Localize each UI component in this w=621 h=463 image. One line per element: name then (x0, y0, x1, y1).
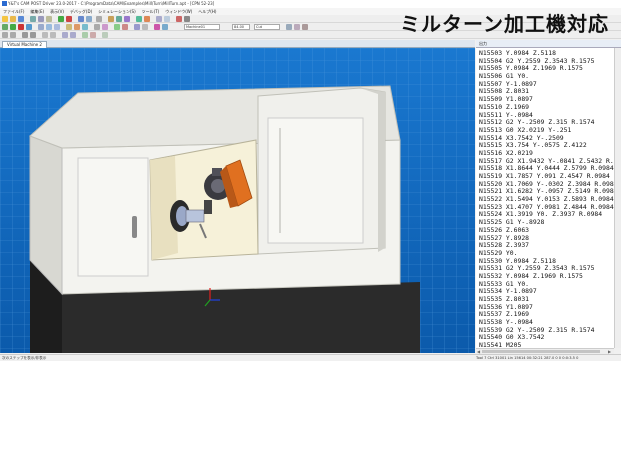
3d-viewport[interactable] (0, 48, 475, 353)
alert-icon[interactable] (176, 16, 182, 22)
title-bar: Y&T's CAM POST Driver 23.0-2017 - C:\Pro… (0, 0, 621, 8)
menu-window[interactable]: ウィンドウ(W) (162, 8, 195, 15)
stock-icon[interactable] (154, 24, 160, 30)
step-icon[interactable] (78, 16, 84, 22)
undo-icon[interactable] (2, 32, 8, 38)
outdent-icon[interactable] (70, 32, 76, 38)
turret-tool-holder (204, 200, 212, 214)
stop-icon[interactable] (66, 16, 72, 22)
material-icon[interactable] (102, 24, 108, 30)
mode-select[interactable]: Cut (254, 24, 280, 30)
check-icon[interactable] (116, 16, 122, 22)
menu-help[interactable]: ヘルプ(H) (195, 8, 219, 15)
fit-view-icon[interactable] (66, 24, 72, 30)
status-left: 次のステップを表示/非表示 (2, 356, 47, 360)
viewport-tab-bar: Virtual Machine 2 (0, 40, 475, 48)
machine-door-left (77, 157, 149, 277)
tab-virtual-machine[interactable]: Virtual Machine 2 (2, 41, 47, 48)
cut-icon[interactable] (30, 16, 36, 22)
grid-icon[interactable] (156, 16, 162, 22)
code-vertical-scrollbar[interactable] (614, 48, 621, 348)
menu-view[interactable]: 表示(V) (47, 8, 67, 15)
output-panel-title: 出力 (479, 41, 487, 46)
format-icon[interactable] (102, 32, 108, 38)
find-icon[interactable] (22, 32, 28, 38)
copy-icon[interactable] (38, 16, 44, 22)
status-right: Tool 7 Ctrl 31001 Lin 15614 00:32:21 287… (476, 356, 579, 360)
toolpath-icon[interactable] (142, 24, 148, 30)
view-top-icon[interactable] (46, 24, 52, 30)
view-iso-icon[interactable] (54, 24, 60, 30)
workpiece (185, 209, 205, 223)
fixture-icon[interactable] (162, 24, 168, 30)
rewind-icon[interactable] (2, 24, 8, 30)
option-icon[interactable] (286, 24, 292, 30)
section-icon[interactable] (134, 24, 140, 30)
bookmark-icon[interactable] (42, 32, 48, 38)
tool-icon[interactable] (108, 16, 114, 22)
help-icon[interactable] (184, 16, 190, 22)
goto-icon[interactable] (50, 32, 56, 38)
run-icon[interactable] (58, 16, 64, 22)
collision-icon[interactable] (114, 24, 120, 30)
menu-debug[interactable]: デバッグ(D) (67, 8, 95, 15)
machine-door-right (267, 117, 364, 244)
record-icon[interactable] (144, 16, 150, 22)
promo-title: ミルターン加工機対応 (400, 12, 609, 36)
status-bar: 次のステップを表示/非表示 Tool 7 Ctrl 31001 Lin 1561… (0, 354, 621, 361)
application-window: Y&T's CAM POST Driver 23.0-2017 - C:\Pro… (0, 0, 621, 361)
app-icon (2, 1, 7, 6)
menu-file[interactable]: ファイル(F) (0, 8, 27, 15)
zoom-icon[interactable] (86, 16, 92, 22)
axis-icon[interactable] (94, 24, 100, 30)
menu-tools[interactable]: ツール(T) (139, 8, 163, 15)
uncomment-icon[interactable] (90, 32, 96, 38)
step-forward-icon[interactable] (26, 24, 32, 30)
speed-field[interactable]: 84.00 (232, 24, 250, 30)
settings-icon[interactable] (96, 16, 102, 22)
debug-icon[interactable] (124, 16, 130, 22)
pan-icon[interactable] (82, 24, 88, 30)
output-panel-header: 出力 (476, 40, 621, 48)
new-file-icon[interactable] (2, 16, 8, 22)
play-icon[interactable] (136, 16, 142, 22)
option2-icon[interactable] (294, 24, 300, 30)
nc-code-listing[interactable]: N15503 Y.0984 Z.5118 N15504 G2 Y.2559 Z.3… (476, 48, 614, 348)
window-title: Y&T's CAM POST Driver 23.0-2017 - C:\Pro… (8, 1, 215, 6)
scroll-thumb[interactable] (482, 350, 600, 353)
play-forward-icon[interactable] (10, 24, 16, 30)
replace-icon[interactable] (30, 32, 36, 38)
stop-sim-icon[interactable] (18, 24, 24, 30)
open-folder-icon[interactable] (10, 16, 16, 22)
menu-edit[interactable]: 編集(E) (27, 8, 47, 15)
measure-icon[interactable] (122, 24, 128, 30)
machine-scene (0, 48, 475, 353)
paste-icon[interactable] (46, 16, 52, 22)
door-handle-left (132, 216, 137, 238)
menu-simulation[interactable]: シミュレーション(S) (95, 8, 139, 15)
redo-icon[interactable] (10, 32, 16, 38)
rotate-icon[interactable] (74, 24, 80, 30)
indent-icon[interactable] (62, 32, 68, 38)
view-front-icon[interactable] (38, 24, 44, 30)
machine-select[interactable]: Machine01 (184, 24, 220, 30)
window-icon[interactable] (164, 16, 170, 22)
comment-icon[interactable] (82, 32, 88, 38)
save-icon[interactable] (18, 16, 24, 22)
option3-icon[interactable] (302, 24, 308, 30)
